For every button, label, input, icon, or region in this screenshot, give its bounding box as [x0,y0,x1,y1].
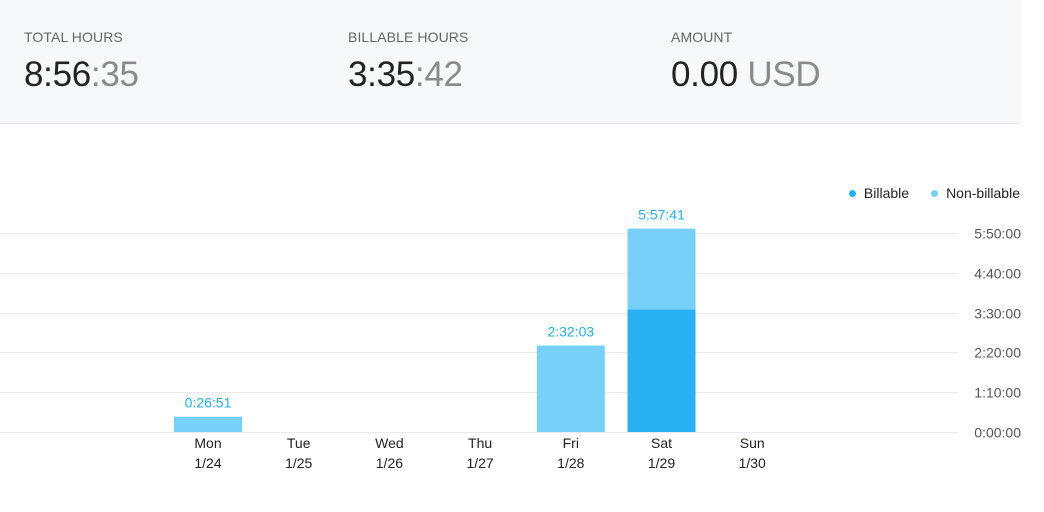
x-tick-date: 1/24 [194,455,221,471]
total-hours-main: 8:56 [24,55,91,94]
x-tick-day: Tue [287,435,311,451]
bar-segment-non-billable [536,345,605,432]
chart-canvas: 0:00:00 1:10:00 2:20:00 3:30:00 4:40:00 5:50:… [0,207,1021,471]
billable-hours-main: 3:35 [348,55,415,94]
x-tick-day: Mon [194,435,221,451]
total-hours-seconds: :35 [90,55,139,94]
amount-main: 0.00 [671,55,738,94]
y-tick-label: 4:40:00 [974,266,1021,282]
x-tick-date: 1/25 [285,455,312,471]
x-tick-day: Sun [740,435,765,451]
bar-segment-billable [627,309,696,432]
x-tick-day: Fri [563,435,579,451]
billable-hours-value: 3:35:42 [348,55,468,95]
amount-stat: AMOUNT 0.00 USD [671,29,821,95]
amount-currency: USD [737,55,821,94]
y-tick-label: 3:30:00 [974,306,1021,322]
y-tick-label: 0:00:00 [974,425,1021,441]
summary-panel: TOTAL HOURS 8:56:35 BILLABLE HOURS 3:35:… [0,0,1021,124]
y-tick-label: 5:50:00 [974,226,1021,242]
amount-value: 0.00 USD [671,55,821,95]
total-hours-stat: TOTAL HOURS 8:56:35 [24,29,139,95]
billable-hours-seconds: :42 [414,55,463,94]
y-tick-label: 2:20:00 [974,345,1021,361]
amount-label: AMOUNT [671,29,733,45]
total-hours-value: 8:56:35 [24,55,139,95]
x-tick-date: 1/30 [739,455,766,471]
x-tick-day: Wed [375,435,404,451]
x-tick-date: 1/26 [376,455,403,471]
bar-segment-non-billable [627,228,696,310]
daily-hours-chart: 0:00:00 1:10:00 2:20:00 3:30:00 4:40:00 5:50:… [0,124,1044,512]
bar-segment-non-billable [174,416,242,432]
y-tick-label: 1:10:00 [974,385,1021,401]
x-tick-date: 1/28 [557,455,584,471]
billable-hours-stat: BILLABLE HOURS 3:35:42 [348,29,468,95]
billable-hours-label: BILLABLE HOURS [348,29,469,45]
x-tick-date: 1/27 [466,455,493,471]
x-tick-day: Thu [468,435,492,451]
total-hours-label: TOTAL HOURS [24,29,123,45]
bar-total-label: 0:26:51 [185,395,232,411]
bar-total-label: 5:57:41 [638,207,685,223]
x-tick-day: Sat [651,435,672,451]
bar-total-label: 2:32:03 [547,324,594,340]
x-tick-date: 1/29 [648,455,675,471]
